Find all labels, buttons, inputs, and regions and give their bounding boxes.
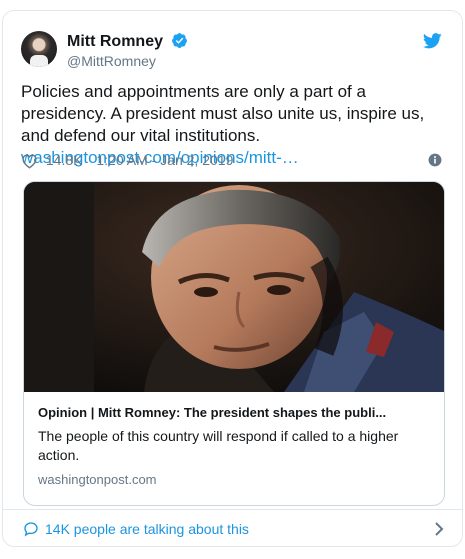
tweet-text: Policies and appointments are only a par…: [21, 82, 425, 145]
info-icon[interactable]: [428, 153, 442, 167]
tweet-header: Mitt Romney @MittRomney: [21, 31, 444, 71]
author-name[interactable]: Mitt Romney: [67, 33, 163, 50]
author-handle[interactable]: @MittRomney: [67, 52, 188, 70]
avatar[interactable]: [21, 31, 57, 67]
chevron-right-icon[interactable]: [434, 522, 444, 536]
author-name-row[interactable]: Mitt Romney: [67, 32, 188, 52]
card-description: The people of this country will respond …: [38, 428, 399, 463]
tweet-meta: 14.8K 1:20 AM - Jan 2, 2019: [21, 149, 444, 171]
speech-bubble-icon: [24, 522, 38, 537]
heart-icon[interactable]: [21, 153, 38, 169]
card-domain: washingtonpost.com: [38, 472, 157, 487]
article-photo[interactable]: [24, 182, 445, 392]
conversation-count[interactable]: 14K people are talking about this: [45, 519, 249, 539]
conversation-footer[interactable]: 14K people are talking about this: [3, 509, 462, 546]
twitter-bird-icon[interactable]: [423, 33, 442, 49]
tweet-timestamp[interactable]: 1:20 AM - Jan 2, 2019: [96, 152, 233, 168]
card-body: Opinion | Mitt Romney: The president sha…: [38, 404, 430, 489]
author-block[interactable]: Mitt Romney @MittRomney: [67, 32, 188, 70]
verified-badge-icon: [172, 33, 188, 48]
link-preview-card[interactable]: Opinion | Mitt Romney: The president sha…: [23, 181, 445, 506]
embedded-tweet[interactable]: Mitt Romney @MittRomney Policies and app…: [2, 10, 463, 547]
card-title[interactable]: Opinion | Mitt Romney: The president sha…: [38, 404, 430, 421]
like-count[interactable]: 14.8K: [46, 152, 83, 168]
